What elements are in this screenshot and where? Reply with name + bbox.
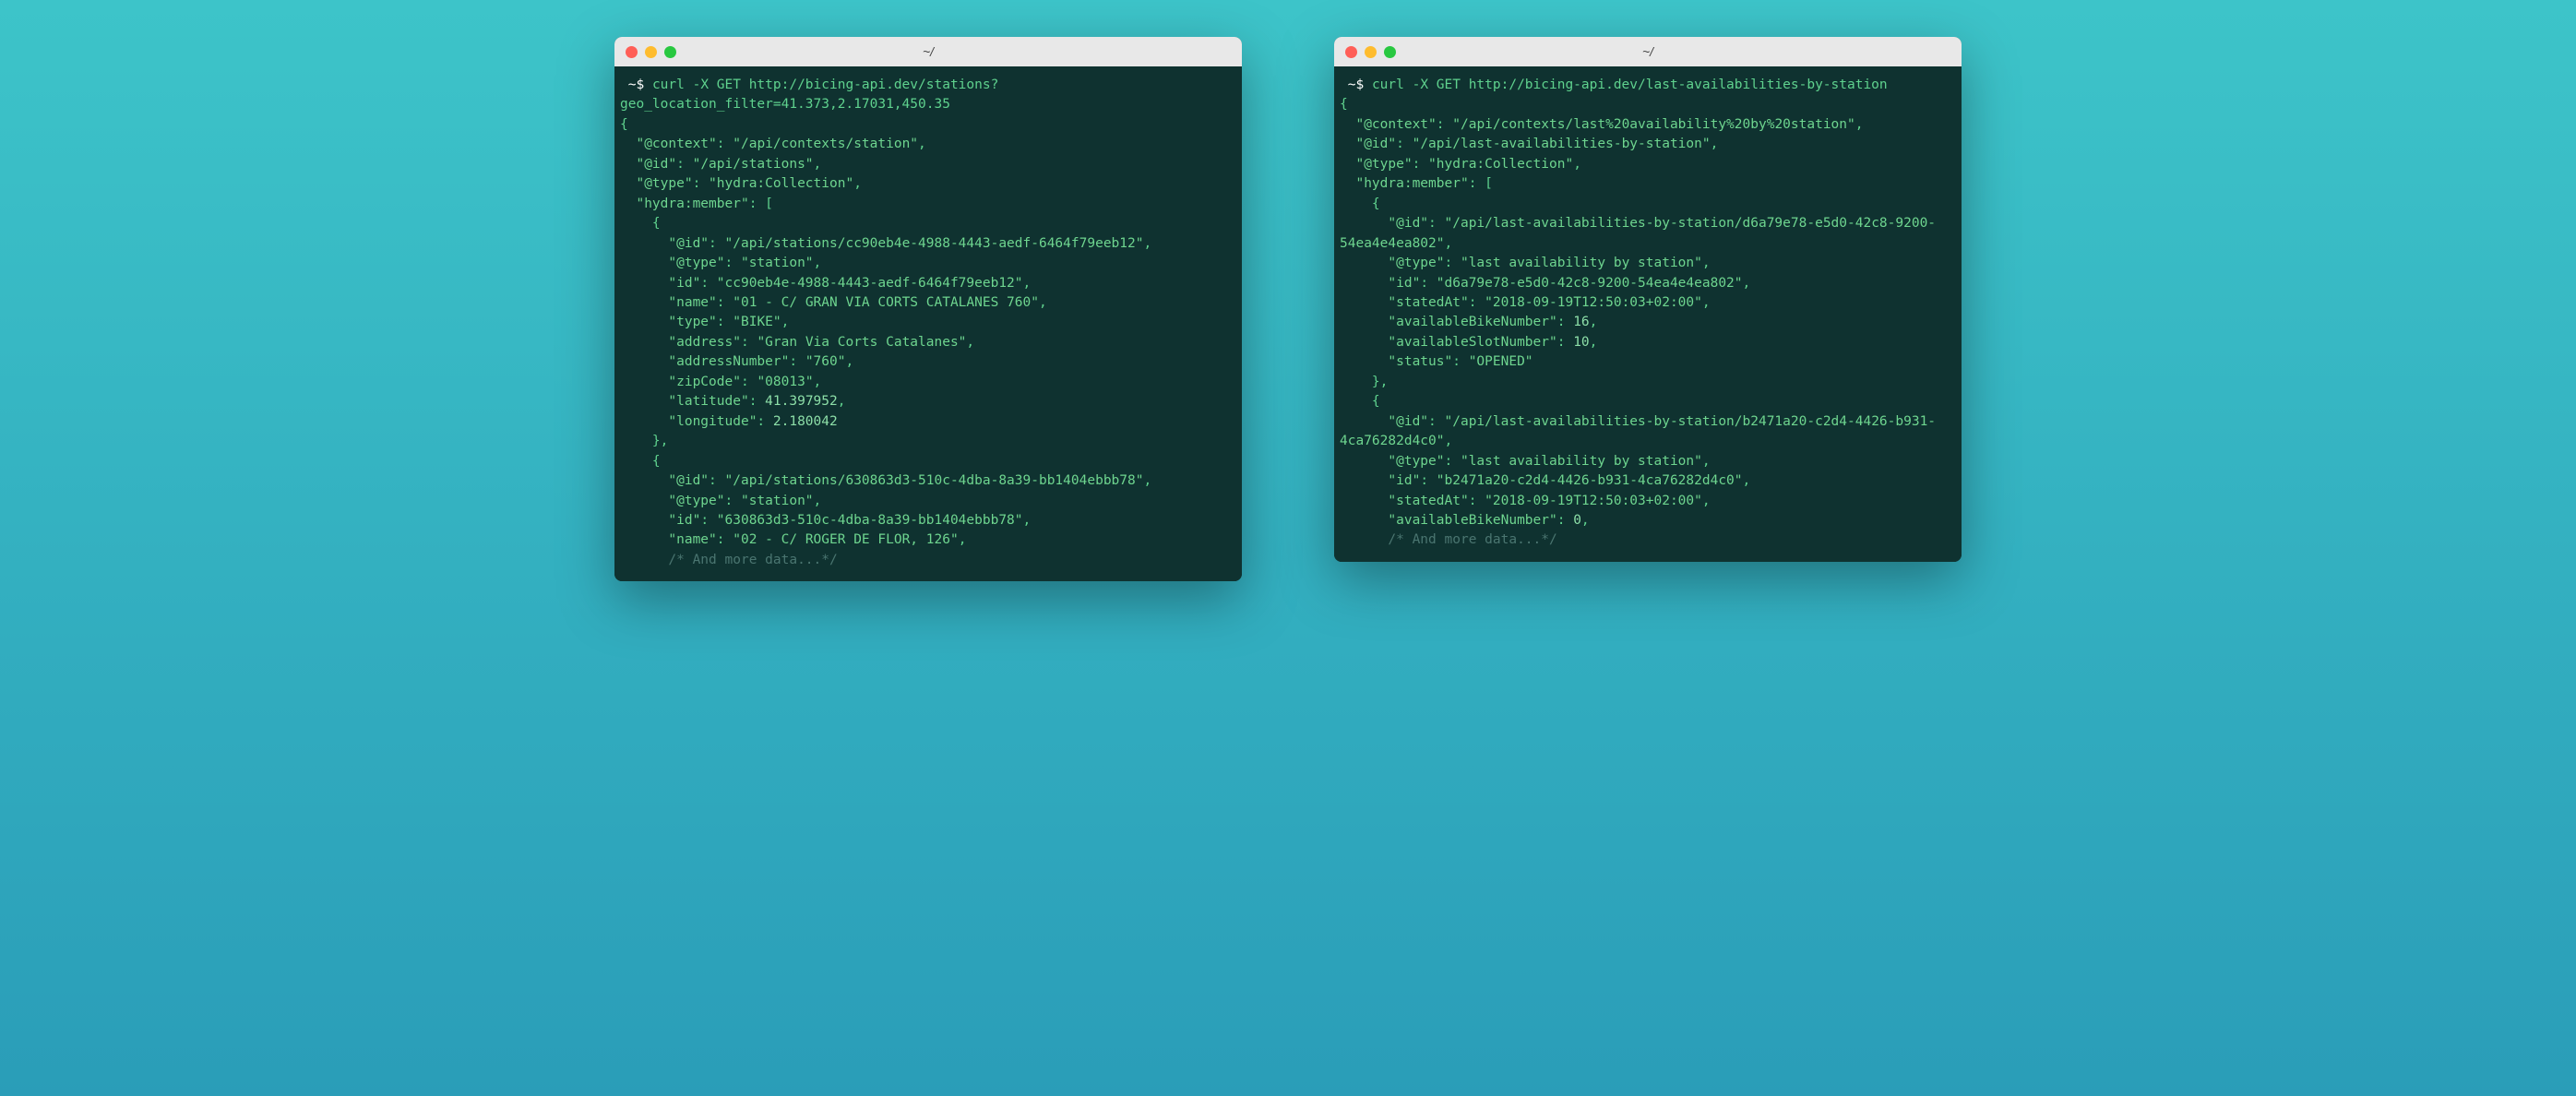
- minimize-icon[interactable]: [645, 46, 657, 58]
- title-bar: ~/: [1334, 37, 1962, 66]
- terminal-window-right: ~/ ~$ curl -X GET http://bicing-api.dev/…: [1334, 37, 1962, 562]
- close-icon[interactable]: [1345, 46, 1357, 58]
- terminal-output[interactable]: ~$ curl -X GET http://bicing-api.dev/sta…: [614, 66, 1242, 581]
- minimize-icon[interactable]: [1365, 46, 1377, 58]
- close-icon[interactable]: [626, 46, 638, 58]
- terminal-window-left: ~/ ~$ curl -X GET http://bicing-api.dev/…: [614, 37, 1242, 581]
- maximize-icon[interactable]: [664, 46, 676, 58]
- title-bar: ~/: [614, 37, 1242, 66]
- window-title: ~/: [1334, 44, 1962, 59]
- traffic-lights: [1345, 46, 1396, 58]
- terminal-output[interactable]: ~$ curl -X GET http://bicing-api.dev/las…: [1334, 66, 1962, 562]
- traffic-lights: [626, 46, 676, 58]
- window-title: ~/: [614, 44, 1242, 59]
- maximize-icon[interactable]: [1384, 46, 1396, 58]
